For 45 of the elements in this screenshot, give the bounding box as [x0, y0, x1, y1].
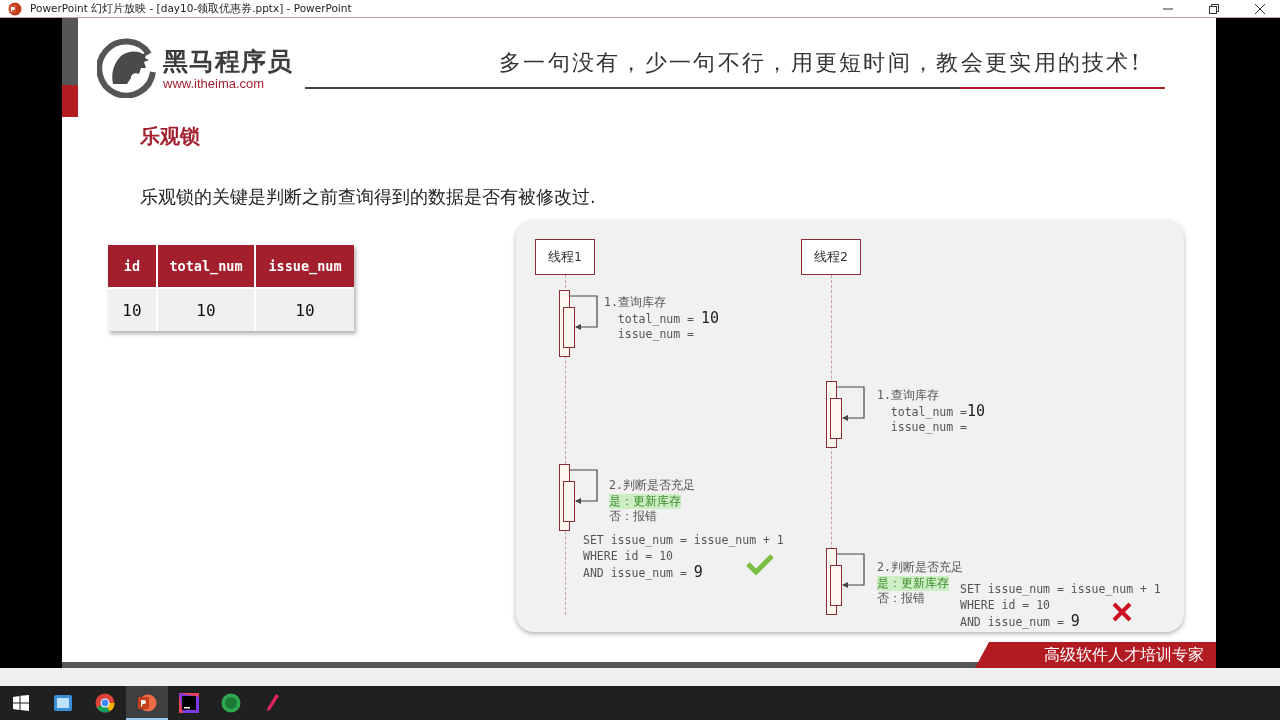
- sql-line: WHERE id = 10: [960, 597, 1050, 613]
- sql-line: SET issue_num = issue_num + 1: [960, 581, 1161, 597]
- hs-app-icon[interactable]: [221, 693, 241, 713]
- window-title: PowerPoint 幻灯片放映 - [day10-领取优惠券.pptx] - PowerPoint: [30, 1, 353, 16]
- slide-title: 乐观锁: [140, 123, 200, 150]
- note-line: total_num =10: [889, 403, 986, 420]
- thread-box: 线程2: [801, 239, 861, 275]
- tablet-icon[interactable]: [53, 693, 73, 713]
- table-header: total_num: [158, 245, 254, 287]
- footer-text: 高级软件人才培训专家: [1044, 644, 1204, 666]
- note-line: 否：报错: [609, 509, 657, 525]
- close-icon[interactable]: [1255, 3, 1265, 14]
- table-cell: 10: [256, 287, 354, 331]
- note-line: 否：报错: [877, 591, 925, 607]
- note-line: issue_num =: [889, 420, 967, 436]
- logo-icon: [97, 38, 157, 98]
- chrome-icon[interactable]: [95, 693, 115, 713]
- taskbar-app[interactable]: [126, 686, 168, 720]
- sql-line: SET issue_num = issue_num + 1: [583, 532, 784, 548]
- note-line: issue_num =: [616, 327, 694, 343]
- brand-url: www.itheima.com: [163, 77, 266, 91]
- thread-box: 线程1: [535, 239, 595, 275]
- note-line: 2.判断是否充足: [609, 478, 695, 494]
- sql-line: WHERE id = 10: [583, 548, 673, 564]
- sql-line: AND issue_num = 9: [583, 564, 703, 581]
- slogan: 多一句没有，少一句不行，用更短时间，教会更实用的技术!: [499, 49, 1142, 77]
- note-line: total_num = 10: [616, 310, 719, 327]
- table-header: id: [108, 245, 156, 287]
- sql-line: AND issue_num = 9: [960, 613, 1080, 630]
- slide-text: 乐观锁的关键是判断之前查询得到的数据是否有被修改过.: [140, 186, 596, 209]
- windows-icon[interactable]: [13, 695, 29, 711]
- note-line: 1.查询库存: [604, 295, 666, 311]
- activation-bar-drawing: [559, 290, 601, 358]
- table-cell: 10: [158, 287, 254, 331]
- table-header: issue_num: [256, 245, 354, 287]
- activation-bar-drawing: [559, 464, 601, 532]
- brand-name: 黑马程序员: [163, 47, 293, 77]
- powerpoint-icon[interactable]: [137, 693, 157, 713]
- table-cell: 10: [108, 287, 156, 331]
- activation-bar-drawing: [826, 548, 868, 616]
- note-line: 1.查询库存: [877, 388, 939, 404]
- restore-icon[interactable]: [1209, 3, 1219, 14]
- activation-bar-drawing: [826, 381, 868, 449]
- intellij-icon[interactable]: [179, 693, 199, 713]
- note-line: 2.判断是否充足: [877, 560, 963, 576]
